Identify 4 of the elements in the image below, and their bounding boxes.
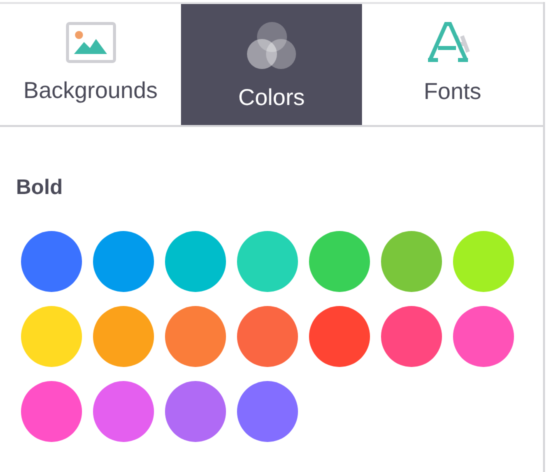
circles-icon: [246, 22, 296, 70]
tab[interactable]: Colors: [181, 4, 362, 125]
section-heading: Bold: [16, 176, 64, 200]
image-icon: [66, 22, 116, 63]
